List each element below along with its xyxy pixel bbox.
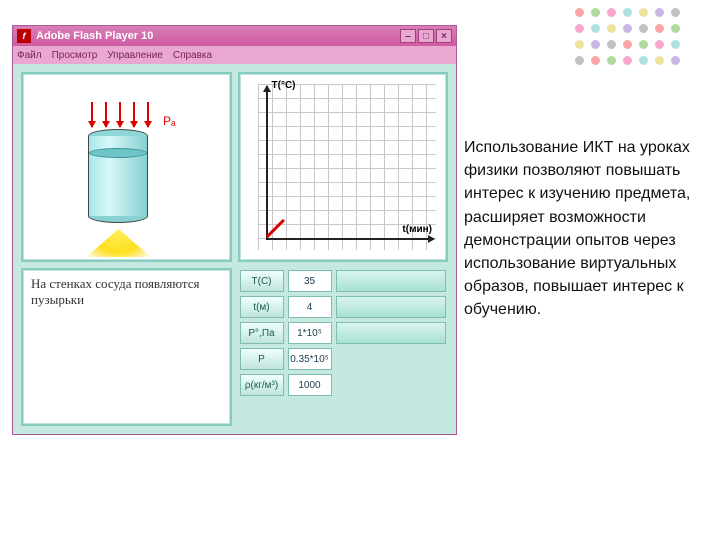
control-row: t(м)4 — [240, 296, 447, 318]
control-row: T(C)35 — [240, 270, 447, 292]
y-axis-label: T(°C) — [272, 80, 296, 91]
pressure-arrow-icon — [91, 102, 93, 127]
param-label-button[interactable]: P — [240, 348, 284, 370]
vessel-icon — [88, 129, 148, 224]
dot-icon — [623, 40, 632, 49]
dot-icon — [671, 8, 680, 17]
dot-icon — [623, 8, 632, 17]
pressure-arrow-icon — [147, 102, 149, 127]
caption-text: На стенках сосуда появляются пузырьки — [31, 276, 200, 307]
control-row: P0.35*10⁵ — [240, 348, 447, 370]
param-label-button[interactable]: T(C) — [240, 270, 284, 292]
menubar: Файл Просмотр Управление Справка — [13, 46, 456, 64]
menu-control[interactable]: Управление — [107, 50, 163, 61]
dot-icon — [575, 24, 584, 33]
flame-icon — [86, 229, 151, 257]
dot-icon — [591, 24, 600, 33]
param-slider[interactable] — [336, 296, 447, 318]
dot-icon — [575, 40, 584, 49]
pressure-arrow-icon — [119, 102, 121, 127]
dot-icon — [639, 40, 648, 49]
param-label-button[interactable]: ρ(кг/м³) — [240, 374, 284, 396]
x-axis — [266, 238, 435, 240]
dot-icon — [671, 40, 680, 49]
dot-icon — [607, 24, 616, 33]
pressure-arrow-icon — [133, 102, 135, 127]
param-slider[interactable] — [336, 270, 447, 292]
param-value[interactable]: 1*10⁵ — [288, 322, 332, 344]
maximize-button[interactable]: □ — [418, 29, 434, 43]
experiment-panel: Pₐ — [21, 72, 232, 262]
close-button[interactable]: × — [436, 29, 452, 43]
graph-panel: T(°C) t(мин) — [238, 72, 449, 262]
dot-icon — [591, 56, 600, 65]
param-value[interactable]: 35 — [288, 270, 332, 292]
param-value[interactable]: 4 — [288, 296, 332, 318]
menu-help[interactable]: Справка — [173, 50, 212, 61]
dot-icon — [591, 8, 600, 17]
dot-icon — [639, 56, 648, 65]
dot-icon — [655, 56, 664, 65]
control-row: ρ(кг/м³)1000 — [240, 374, 447, 396]
control-row: P°,Па1*10⁵ — [240, 322, 447, 344]
menu-view[interactable]: Просмотр — [52, 50, 98, 61]
menu-file[interactable]: Файл — [17, 50, 42, 61]
minimize-button[interactable]: – — [400, 29, 416, 43]
content-area: Pₐ T(°C) t(мин) На стенках сосуда появля… — [13, 64, 456, 434]
dot-icon — [639, 8, 648, 17]
slide-body-text: Использование ИКТ на уроках физики позво… — [464, 136, 714, 322]
dot-icon — [671, 56, 680, 65]
dot-icon — [655, 24, 664, 33]
param-label-button[interactable]: t(м) — [240, 296, 284, 318]
caption-panel: На стенках сосуда появляются пузырьки — [21, 268, 232, 426]
flash-icon: f — [17, 29, 31, 43]
decorative-dots — [575, 8, 683, 68]
dot-icon — [671, 24, 680, 33]
dot-icon — [575, 56, 584, 65]
y-axis — [266, 86, 268, 240]
dot-icon — [655, 8, 664, 17]
param-value[interactable]: 1000 — [288, 374, 332, 396]
dot-icon — [655, 40, 664, 49]
param-value[interactable]: 0.35*10⁵ — [288, 348, 332, 370]
window-title: Adobe Flash Player 10 — [36, 30, 153, 42]
pressure-label: Pₐ — [163, 114, 175, 128]
titlebar[interactable]: f Adobe Flash Player 10 – □ × — [13, 26, 456, 46]
dot-icon — [623, 56, 632, 65]
dot-icon — [591, 40, 600, 49]
dot-icon — [607, 40, 616, 49]
pressure-arrow-icon — [105, 102, 107, 127]
dot-icon — [639, 24, 648, 33]
x-axis-label: t(мин) — [402, 224, 432, 235]
controls-panel: T(C)35t(м)4P°,Па1*10⁵P0.35*10⁵ρ(кг/м³)10… — [238, 268, 449, 426]
dot-icon — [575, 8, 584, 17]
dot-icon — [607, 8, 616, 17]
flash-player-window: f Adobe Flash Player 10 – □ × Файл Просм… — [12, 25, 457, 435]
param-label-button[interactable]: P°,Па — [240, 322, 284, 344]
dot-icon — [623, 24, 632, 33]
param-slider[interactable] — [336, 322, 447, 344]
dot-icon — [607, 56, 616, 65]
